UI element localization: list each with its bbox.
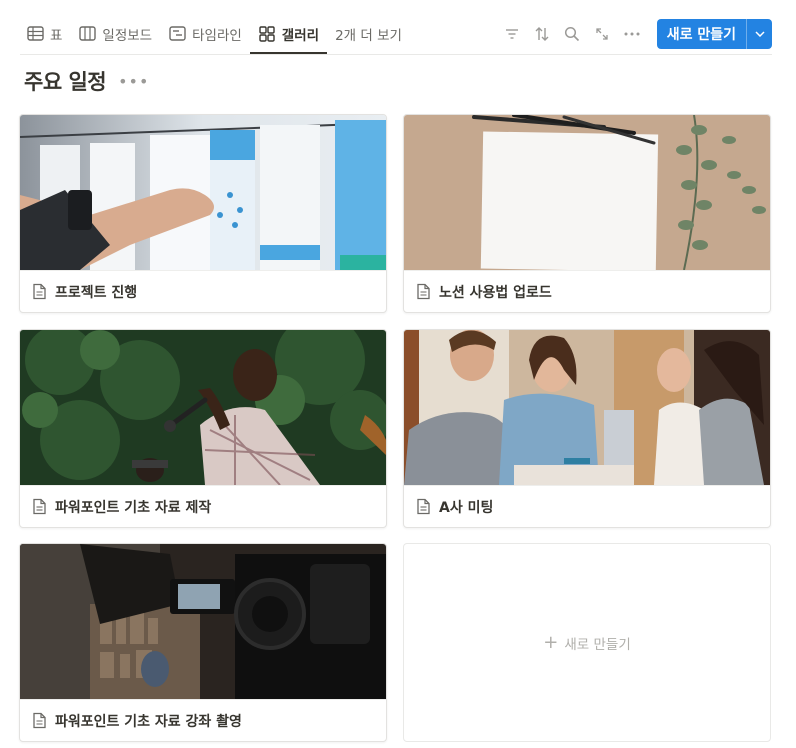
filter-icon[interactable] xyxy=(497,20,527,48)
more-icon[interactable] xyxy=(617,20,647,48)
tab-label: 표 xyxy=(50,27,63,44)
new-button[interactable]: 새로 만들기 xyxy=(656,18,772,49)
timeline-icon xyxy=(168,25,186,43)
tab-label: 일정보드 xyxy=(102,27,153,44)
gallery-card[interactable]: 프로젝트 진행 xyxy=(19,114,387,313)
gallery-icon xyxy=(258,25,276,43)
card-cover-image xyxy=(20,115,386,270)
tab-label: 갤러리 xyxy=(281,27,320,44)
card-cover-image xyxy=(20,544,386,699)
page-title[interactable]: 주요 일정 xyxy=(24,66,107,96)
tab-table[interactable]: 표 xyxy=(20,17,70,50)
card-footer: 파워포인트 기초 자료 제작 xyxy=(20,485,386,527)
tab-more-views[interactable]: 2개 더 보기 xyxy=(327,17,410,50)
view-title: 주요 일정 ••• xyxy=(24,66,149,96)
card-title: 노션 사용법 업로드 xyxy=(439,284,552,301)
gallery-card[interactable]: 파워포인트 기초 자료 강좌 촬영 xyxy=(19,543,387,742)
gallery-card[interactable]: 노션 사용법 업로드 xyxy=(403,114,771,313)
tab-label: 2개 더 보기 xyxy=(335,27,402,44)
card-footer: 프로젝트 진행 xyxy=(20,270,386,312)
card-cover-image xyxy=(20,330,386,485)
tab-gallery[interactable]: 갤러리 xyxy=(249,17,328,54)
view-tabs: 표 일정보드 타임라인 갤러리 2개 더 보기 xyxy=(20,17,410,55)
tab-timeline[interactable]: 타임라인 xyxy=(160,17,250,50)
gallery-card[interactable]: 파워포인트 기초 자료 제작 xyxy=(19,329,387,528)
card-footer: 노션 사용법 업로드 xyxy=(404,270,770,312)
card-title: 프로젝트 진행 xyxy=(55,284,138,301)
tab-board[interactable]: 일정보드 xyxy=(70,17,160,50)
card-cover-image xyxy=(404,115,770,270)
card-title: 파워포인트 기초 자료 제작 xyxy=(55,499,212,516)
gallery-card[interactable]: A사 미팅 xyxy=(403,329,771,528)
add-card-button[interactable]: + 새로 만들기 xyxy=(403,543,771,742)
page-icon xyxy=(416,498,432,516)
sort-icon[interactable] xyxy=(527,20,557,48)
view-tools: 새로 만들기 xyxy=(497,17,772,50)
page-icon xyxy=(416,283,432,301)
page-icon xyxy=(32,712,48,730)
add-card-label: 새로 만들기 xyxy=(564,636,631,653)
chevron-down-icon[interactable] xyxy=(746,18,772,49)
table-icon xyxy=(26,25,44,43)
expand-icon[interactable] xyxy=(587,20,617,48)
card-footer: 파워포인트 기초 자료 강좌 촬영 xyxy=(20,699,386,741)
tab-label: 타임라인 xyxy=(192,27,242,44)
page-icon xyxy=(32,283,48,301)
card-cover-image xyxy=(404,330,770,485)
more-icon[interactable]: ••• xyxy=(118,72,149,91)
card-title: 파워포인트 기초 자료 강좌 촬영 xyxy=(55,713,242,730)
plus-icon: + xyxy=(543,632,559,653)
card-footer: A사 미팅 xyxy=(404,485,770,527)
card-title: A사 미팅 xyxy=(439,499,494,516)
new-button-label: 새로 만들기 xyxy=(666,26,736,43)
page-icon xyxy=(32,498,48,516)
board-icon xyxy=(78,25,96,43)
view-toolbar: 표 일정보드 타임라인 갤러리 2개 더 보기 새로 만들기 xyxy=(20,17,772,55)
search-icon[interactable] xyxy=(557,20,587,48)
